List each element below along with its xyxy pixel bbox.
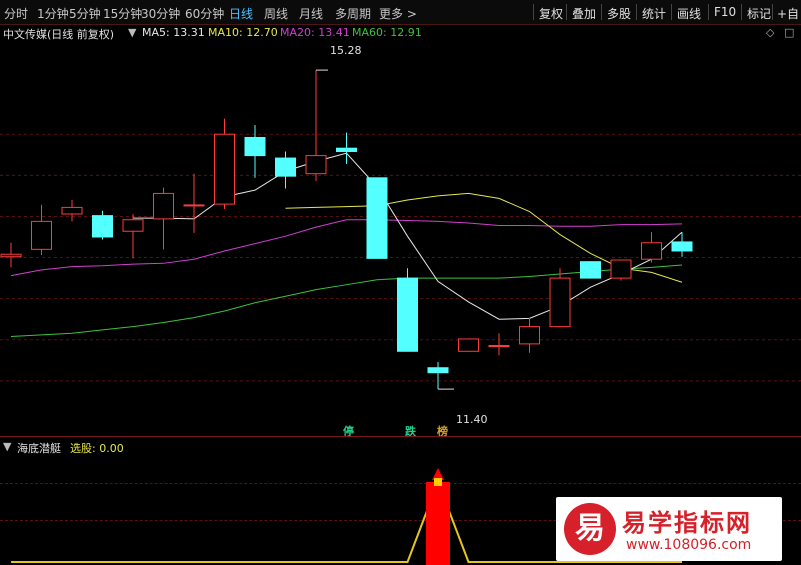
high-price-label: 15.28 [330, 44, 362, 57]
period-6[interactable]: 日线 [229, 5, 253, 22]
candle-body [427, 367, 449, 374]
candle-body [153, 192, 174, 220]
candle-body [397, 277, 418, 352]
diamond-icon[interactable]: ◇ [766, 26, 774, 39]
action-7[interactable]: +自 [777, 5, 799, 22]
ma10-label: MA10: 12.70 [208, 26, 278, 39]
period-1[interactable]: 1分钟 [37, 5, 69, 22]
period-toolbar: 分时 1分钟 5分钟 15分钟 30分钟 60分钟 日线 周线 月线 多周期 更多 > 复权 叠加 多股… [0, 0, 801, 25]
stock-title: 中文传媒(日线 前复权) [3, 28, 115, 41]
candle-body [549, 277, 571, 328]
period-10[interactable]: 更多 > [379, 5, 417, 22]
action-5[interactable]: F10 [714, 5, 736, 19]
candle-body [519, 326, 540, 345]
candle-body [244, 137, 266, 157]
toolbar-separator [533, 4, 534, 20]
action-4[interactable]: 画线 [677, 5, 701, 22]
indicator-bar [426, 482, 450, 565]
candle-body [458, 338, 479, 352]
period-7[interactable]: 周线 [264, 5, 288, 22]
period-8[interactable]: 月线 [299, 5, 323, 22]
logo-url: www.108096.com [626, 537, 752, 553]
toolbar-separator [566, 4, 567, 20]
candle-body [610, 259, 632, 279]
toolbar-separator [741, 4, 742, 20]
candle-body [305, 155, 327, 175]
signal-marker [434, 478, 442, 486]
candle-body [366, 177, 388, 259]
action-2[interactable]: 多股 [607, 5, 631, 22]
watermark-logo: 易 易学指标网 www.108096.com [556, 497, 782, 561]
candle-body [31, 220, 52, 250]
candle-body [214, 133, 235, 205]
candlestick-chart [0, 69, 801, 390]
candle-body [92, 215, 113, 238]
toolbar-separator [772, 4, 773, 20]
candle-body [641, 242, 662, 260]
dropdown-circle-icon[interactable]: ▼ [128, 26, 136, 39]
candle-body [183, 204, 205, 207]
period-9[interactable]: 多周期 [335, 5, 371, 22]
ma60-label: MA60: 12.91 [352, 26, 422, 39]
ma20-label: MA20: 13.41 [280, 26, 350, 39]
candle-body [488, 345, 510, 348]
candle-body [122, 219, 144, 232]
candle-body [336, 147, 357, 152]
candle-body [580, 261, 601, 279]
ma5-label: MA5: 13.31 [142, 26, 205, 39]
panel-divider [0, 436, 801, 437]
period-3[interactable]: 15分钟 [103, 5, 142, 22]
toolbar-separator [708, 4, 709, 20]
period-5[interactable]: 60分钟 [185, 5, 224, 22]
chart-info-bar: 中文传媒(日线 前复权) ▼ MA5: 13.31 MA10: 12.70 MA… [0, 24, 801, 42]
low-price-label: 11.40 [456, 413, 488, 426]
logo-char: 易 [575, 511, 605, 546]
candle-body [275, 157, 296, 177]
toolbar-separator [671, 4, 672, 20]
candle-body [61, 206, 83, 215]
restore-icon[interactable]: □ [784, 26, 794, 39]
period-0[interactable]: 分时 [4, 5, 28, 22]
logo-title: 易学指标网 [622, 509, 752, 537]
toolbar-separator [601, 4, 602, 20]
candle-body [0, 253, 22, 258]
toolbar-separator [636, 4, 637, 20]
action-0[interactable]: 复权 [539, 5, 563, 22]
candle-body [671, 241, 693, 252]
period-4[interactable]: 30分钟 [141, 5, 180, 22]
action-3[interactable]: 统计 [642, 5, 666, 22]
action-1[interactable]: 叠加 [572, 5, 596, 22]
period-2[interactable]: 5分钟 [69, 5, 101, 22]
action-6[interactable]: 标记 [747, 5, 771, 22]
